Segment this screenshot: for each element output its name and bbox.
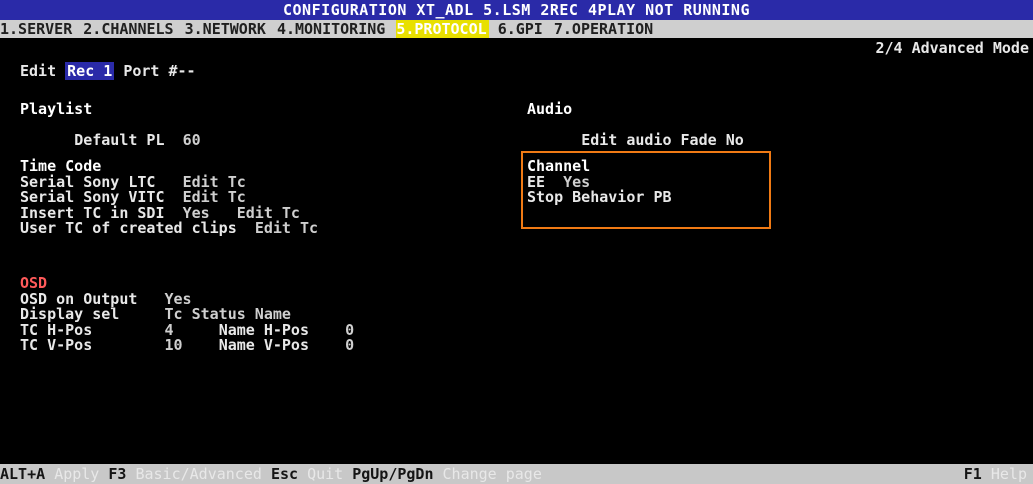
audio-fade-value[interactable]: No xyxy=(726,131,744,149)
tab-bar: 1.SERVER 2.CHANNELS 3.NETWORK 4.MONITORI… xyxy=(0,20,1033,38)
toggle-mode-action: Basic/Advanced xyxy=(135,465,262,483)
page-key[interactable]: PgUp/PgDn xyxy=(352,465,433,483)
edit-port[interactable]: Port #-- xyxy=(123,62,195,80)
tc-label: User TC of created clips xyxy=(20,219,237,237)
tab-channels[interactable]: 2.CHANNELS xyxy=(83,20,175,38)
audio-header: Audio xyxy=(527,100,573,118)
mode-indicator: 2/4 Advanced Mode xyxy=(875,39,1029,57)
tab-monitoring[interactable]: 4.MONITORING xyxy=(277,20,387,38)
config-screen: CONFIGURATION XT_ADL 5.LSM 2REC 4PLAY NO… xyxy=(0,0,1033,484)
title-bar: CONFIGURATION XT_ADL 5.LSM 2REC 4PLAY NO… xyxy=(0,0,1033,20)
footer-bar: ALT+A Apply F3 Basic/Advanced Esc Quit P… xyxy=(0,464,1033,484)
tab-server[interactable]: 1.SERVER xyxy=(0,20,74,38)
playlist-section: Playlist Default PL 60 xyxy=(20,100,201,164)
apply-action: Apply xyxy=(54,465,100,483)
edit-label: Edit xyxy=(20,62,57,80)
audio-fade-label: Edit audio Fade xyxy=(581,131,717,149)
apply-key[interactable]: ALT+A xyxy=(0,465,45,483)
channel-section: Channel EE Yes Stop Behavior PB xyxy=(527,158,672,206)
edit-rec-selector[interactable]: Rec 1 xyxy=(65,62,115,80)
tab-gpi[interactable]: 6.GPI xyxy=(498,20,545,38)
tab-network[interactable]: 3.NETWORK xyxy=(185,20,268,38)
name-v-pos-label: Name V-Pos xyxy=(218,336,309,354)
tc-v-pos-label: TC V-Pos xyxy=(20,336,93,354)
playlist-header: Playlist xyxy=(20,100,93,118)
help-action: Help xyxy=(990,465,1027,483)
tc-v-pos-value[interactable]: 10 xyxy=(165,336,183,354)
stop-behavior-label: Stop Behavior xyxy=(527,188,645,206)
edit-tc-button[interactable]: Edit Tc xyxy=(255,219,318,237)
tab-protocol[interactable]: 5.PROTOCOL xyxy=(396,20,489,38)
quit-key[interactable]: Esc xyxy=(271,465,298,483)
edit-row: Edit Rec 1 Port #-- xyxy=(20,62,196,80)
default-pl-label: Default PL xyxy=(74,131,165,149)
help-key[interactable]: F1 xyxy=(964,465,982,483)
osd-section: OSD OSD on Output Yes Display sel Tc Sta… xyxy=(20,275,354,354)
name-v-pos-value[interactable]: 0 xyxy=(345,336,354,354)
timecode-section: Time Code Serial Sony LTC Edit Tc Serial… xyxy=(20,158,318,237)
default-pl-value[interactable]: 60 xyxy=(183,131,201,149)
page-action: Change page xyxy=(442,465,542,483)
toggle-mode-key[interactable]: F3 xyxy=(108,465,126,483)
tab-operation[interactable]: 7.OPERATION xyxy=(554,20,655,38)
quit-action: Quit xyxy=(307,465,344,483)
stop-behavior-value[interactable]: PB xyxy=(653,188,671,206)
tc-row: User TC of created clips Edit Tc xyxy=(20,219,318,237)
